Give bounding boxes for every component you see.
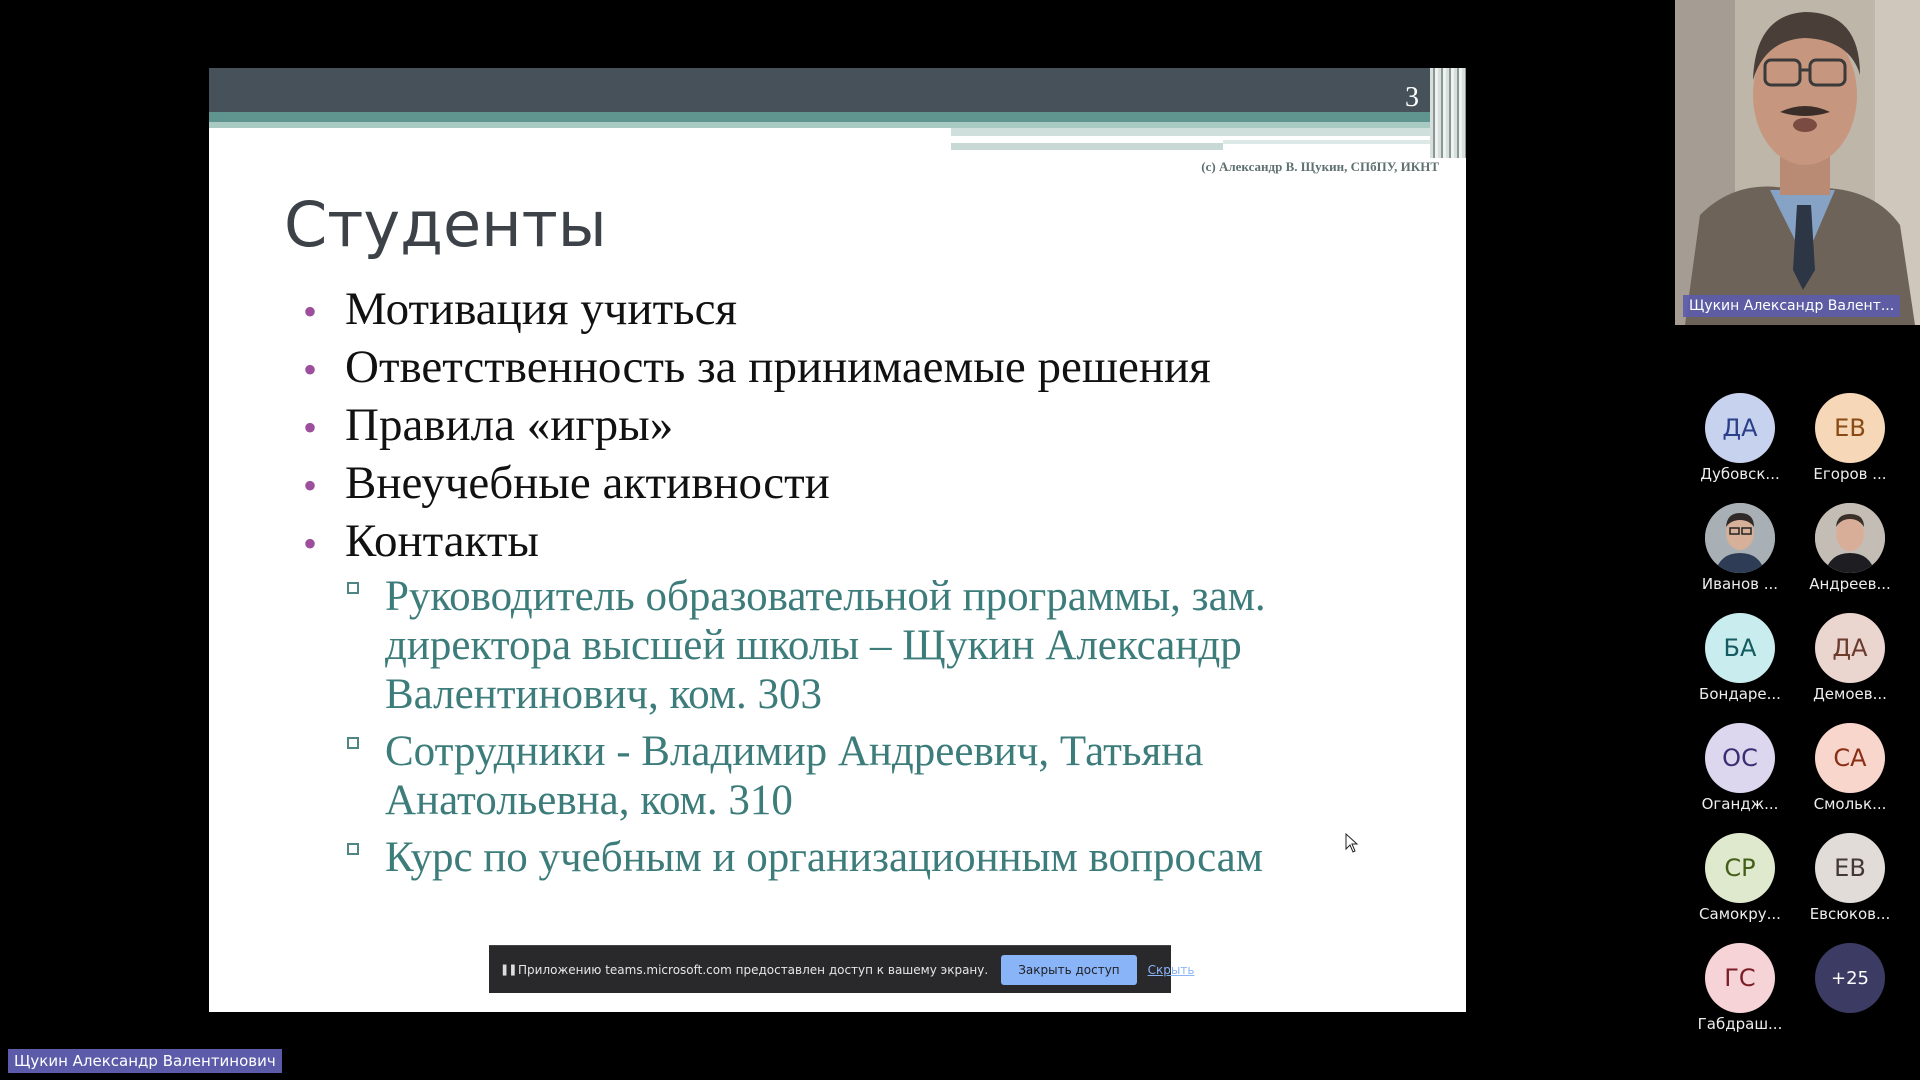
presenter-name-label: Щукин Александр Валент... xyxy=(1683,295,1901,317)
participant-tile[interactable]: Андреев... xyxy=(1795,503,1905,593)
shared-screen-owner-label: Щукин Александр Валентинович xyxy=(8,1049,282,1073)
avatar: СР xyxy=(1705,833,1775,903)
participant-tile[interactable]: Иванов ... xyxy=(1685,503,1795,593)
participant-tile[interactable]: СА Смольк... xyxy=(1795,723,1905,813)
bullet-text: Правила «игры» xyxy=(345,399,674,451)
sub-bullet-item: Сотрудники - Владимир Андреевич, Татьяна… xyxy=(345,727,1439,825)
bullet-text: Ответственность за принимаемые решения xyxy=(345,341,1211,393)
avatar: ДА xyxy=(1815,613,1885,683)
slide-page-number: 3 xyxy=(1405,82,1419,113)
avatar: ДА xyxy=(1705,393,1775,463)
participant-name: Егоров ... xyxy=(1813,465,1887,483)
avatar: ГС xyxy=(1705,943,1775,1013)
participant-tile[interactable]: СР Самокру... xyxy=(1685,833,1795,923)
participant-name: Смольк... xyxy=(1813,795,1887,813)
participant-tile[interactable]: ОС Огандж... xyxy=(1685,723,1795,813)
participant-tile[interactable]: ЕВ Егоров ... xyxy=(1795,393,1905,483)
slide-header-band xyxy=(951,128,1451,136)
bullet-dot-icon: • xyxy=(303,521,318,566)
participant-tile[interactable]: БА Бондаре... xyxy=(1685,613,1795,703)
share-notification-text: Приложению teams.microsoft.com предостав… xyxy=(518,962,989,977)
bullet-dot-icon: • xyxy=(303,347,318,392)
participant-tile[interactable]: ГС Габдраш... xyxy=(1685,943,1795,1033)
slide-header-band xyxy=(209,112,1466,122)
bullet-dot-icon: • xyxy=(303,463,318,508)
square-bullet-icon xyxy=(347,843,359,855)
avatar: СА xyxy=(1815,723,1885,793)
square-bullet-icon xyxy=(347,737,359,749)
avatar xyxy=(1705,503,1775,573)
participant-name: Габдраш... xyxy=(1697,1015,1783,1033)
avatar xyxy=(1815,503,1885,573)
participant-tile[interactable]: ДА Демоев... xyxy=(1795,613,1905,703)
slide-title: Студенты xyxy=(284,188,607,261)
bullet-item: • Ответственность за принимаемые решения xyxy=(299,341,1439,393)
avatar: ЕВ xyxy=(1815,393,1885,463)
participant-name: Демоев... xyxy=(1813,685,1887,703)
bullet-text: Внеучебные активности xyxy=(345,457,830,509)
bullet-item: • Внеучебные активности xyxy=(299,457,1439,509)
bullet-text: Контакты xyxy=(345,515,539,567)
pause-icon: ❚❚ xyxy=(500,963,517,976)
participant-name: Андреев... xyxy=(1809,575,1891,593)
bullet-dot-icon: • xyxy=(303,405,318,450)
more-participants-count: +25 xyxy=(1815,943,1885,1013)
avatar: БА xyxy=(1705,613,1775,683)
user-photo-icon xyxy=(1705,503,1775,573)
presenter-video-tile[interactable]: Щукин Александр Валент... xyxy=(1675,0,1920,325)
sub-bullet-list: Руководитель образовательной программы, … xyxy=(345,572,1439,882)
avatar: ОС xyxy=(1705,723,1775,793)
sub-bullet-text: Руководитель образовательной программы, … xyxy=(385,573,1266,718)
sub-bullet-item: Курс по учебным и организационным вопрос… xyxy=(345,833,1439,882)
square-bullet-icon xyxy=(347,582,359,594)
avatar: ЕВ xyxy=(1815,833,1885,903)
presenter-video-feed xyxy=(1675,0,1920,325)
participant-name: Огандж... xyxy=(1701,795,1779,813)
slide-header-edge-stripes xyxy=(1430,68,1466,158)
screen-share-notification: ❚❚ Приложению teams.microsoft.com предос… xyxy=(489,945,1194,993)
bullet-dot-icon: • xyxy=(303,289,318,334)
participant-name: Иванов ... xyxy=(1701,575,1779,593)
participant-name: Бондаре... xyxy=(1699,685,1781,703)
slide-bullet-list: • Мотивация учиться • Ответственность за п… xyxy=(299,285,1439,891)
more-participants-button[interactable]: +25 xyxy=(1795,943,1905,1013)
slide-header-band xyxy=(951,143,1223,150)
slide-copyright: (c) Александр В. Щукин, СПбПУ, ИКНТ xyxy=(1201,159,1439,174)
sub-bullet-text: Сотрудники - Владимир Андреевич, Татьяна… xyxy=(385,728,1204,824)
participant-name: Дубовск... xyxy=(1700,465,1780,483)
participant-tile[interactable]: ДА Дубовск... xyxy=(1685,393,1795,483)
hide-link[interactable]: Скрыть xyxy=(1148,963,1195,977)
bullet-item: • Контакты Руководитель образовательной п… xyxy=(299,517,1439,882)
participant-tile[interactable]: ЕВ Евсюков... xyxy=(1795,833,1905,923)
participant-name: Самокру... xyxy=(1699,905,1781,923)
mouse-cursor-icon xyxy=(1345,833,1359,853)
participant-name: Евсюков... xyxy=(1809,905,1891,923)
slide-header-band xyxy=(1223,140,1451,144)
bullet-item: • Правила «игры» xyxy=(299,399,1439,451)
user-photo-icon xyxy=(1815,503,1885,573)
bullet-item: • Мотивация учиться xyxy=(299,283,1439,335)
stop-sharing-button[interactable]: Закрыть доступ xyxy=(1001,954,1137,985)
sub-bullet-item: Руководитель образовательной программы, … xyxy=(345,572,1439,719)
sub-bullet-text: Курс по учебным и организационным вопрос… xyxy=(385,834,1263,881)
bullet-text: Мотивация учиться xyxy=(345,283,738,335)
presentation-slide: 3 (c) Александр В. Щукин, СПбПУ, ИКНТ Ст… xyxy=(209,68,1466,1012)
